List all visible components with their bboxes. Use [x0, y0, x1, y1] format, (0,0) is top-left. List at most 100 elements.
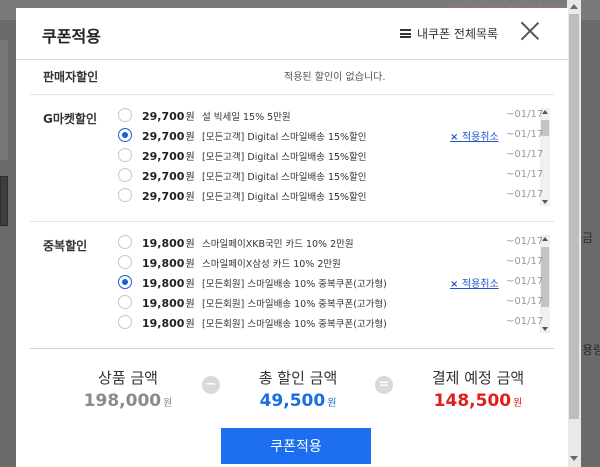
coupon-expiry-date: ~01/17: [506, 129, 544, 140]
coupon-price: 19,800원: [142, 275, 195, 290]
my-coupon-list-link[interactable]: 내쿠폰 전체목록: [400, 25, 498, 42]
coupon-description: 설 빅세일 15% 5만원: [202, 112, 291, 123]
cancel-coupon-link[interactable]: × 적용취소: [450, 128, 499, 143]
divider: [30, 94, 554, 95]
close-icon: ×: [450, 132, 462, 143]
currency-unit: 원: [185, 299, 195, 310]
coupon-row[interactable]: 19,800원 스마일페이XKB국민 카드 10% 2만원 ~01/17: [116, 233, 543, 253]
coupon-price-number: 29,700: [142, 170, 185, 183]
background-left-box: [0, 176, 8, 226]
coupon-price-number: 19,800: [142, 277, 185, 290]
coupon-radio[interactable]: [118, 235, 132, 249]
discount-amount-number: 49,500: [259, 391, 326, 411]
coupon-row[interactable]: 29,700원 [모든고객] Digital 스마일배송 15%할인 ~01/17: [116, 186, 543, 206]
product-amount-number: 198,000: [83, 391, 162, 411]
coupon-radio[interactable]: [118, 148, 132, 162]
payment-amount: 결제 예정 금액 148,500 원: [408, 367, 548, 411]
coupon-price: 29,700원: [142, 188, 195, 203]
coupon-description: [모든고객] Digital 스마일배송 15%할인: [202, 172, 367, 183]
coupon-description: [모든회원] 스마일배송 10% 중복쿠폰(고가형): [202, 299, 387, 310]
coupon-radio[interactable]: [118, 295, 132, 309]
cancel-coupon-label: 적용취소: [461, 279, 499, 290]
coupon-price: 29,700원: [142, 168, 195, 183]
coupon-price-number: 29,700: [142, 190, 185, 203]
coupon-row[interactable]: 19,800원 [모든회원] 스마일배송 10% 중복쿠폰(고가형) ~01/17: [116, 313, 543, 333]
coupon-expiry-date: ~01/17: [506, 189, 544, 200]
equals-icon: =: [375, 376, 393, 394]
coupon-radio-checked[interactable]: [118, 128, 132, 142]
background-right-text: 금: [582, 231, 594, 245]
coupon-row[interactable]: 19,800원 [모든회원] 스마일배송 10% 중복쿠폰(고가형) × 적용취소 ~…: [116, 273, 543, 293]
coupon-row[interactable]: 29,700원 설 빅세일 15% 5만원 ~01/17: [116, 106, 543, 126]
coupon-description: [모든회원] 스마일배송 10% 중복쿠폰(고가형): [202, 279, 387, 290]
coupon-radio-checked[interactable]: [118, 275, 132, 289]
scroll-down-icon[interactable]: [570, 456, 578, 461]
gmarket-coupon-list: 29,700원 설 빅세일 15% 5만원 ~01/17 29,700원 [모든고객] …: [116, 106, 552, 208]
scrollbar-thumb[interactable]: [569, 14, 579, 419]
duplicate-coupon-list: 19,800원 스마일페이XKB국민 카드 10% 2만원 ~01/17 19,800…: [116, 233, 552, 335]
coupon-description: 스마일페이X삼성 카드 10% 2만원: [202, 259, 341, 270]
coupon-price-number: 19,800: [142, 257, 185, 270]
discount-amount-value: 49,500 원: [228, 391, 368, 411]
product-amount: 상품 금액 198,000 원: [68, 367, 188, 411]
currency-unit: 원: [185, 172, 195, 183]
coupon-expiry-date: ~01/17: [506, 109, 544, 120]
discount-amount: 총 할인 금액 49,500 원: [228, 367, 368, 411]
coupon-price-number: 19,800: [142, 317, 185, 330]
divider: [30, 348, 554, 349]
currency-unit: 원: [163, 398, 173, 409]
coupon-row[interactable]: 19,800원 스마일페이X삼성 카드 10% 2만원 ~01/17: [116, 253, 543, 273]
coupon-expiry-date: ~01/17: [506, 169, 544, 180]
cancel-coupon-link[interactable]: × 적용취소: [450, 275, 499, 290]
currency-unit: 원: [513, 398, 523, 409]
coupon-row[interactable]: 29,700원 [모든고객] Digital 스마일배송 15%할인 ~01/17: [116, 146, 543, 166]
close-icon[interactable]: [520, 21, 540, 41]
coupon-price-number: 29,700: [142, 130, 185, 143]
gmarket-discount-label: G마켓할인: [43, 112, 98, 126]
coupon-row[interactable]: 29,700원 [모든고객] Digital 스마일배송 15%할인 ~01/17: [116, 166, 543, 186]
scroll-up-icon[interactable]: [570, 4, 578, 9]
coupon-row[interactable]: 29,700원 [모든고객] Digital 스마일배송 15%할인 × 적용취소 ~…: [116, 126, 543, 146]
coupon-price-number: 29,700: [142, 110, 185, 123]
coupon-description: [모든고객] Digital 스마일배송 15%할인: [202, 192, 367, 203]
coupon-price: 19,800원: [142, 315, 195, 330]
discount-amount-label: 총 할인 금액: [258, 369, 338, 387]
coupon-price: 19,800원: [142, 255, 195, 270]
modal-header: 쿠폰적용 내쿠폰 전체목록: [16, 8, 568, 60]
coupon-radio[interactable]: [118, 168, 132, 182]
seller-discount-note: 적용된 할인이 없습니다.: [284, 72, 386, 83]
coupon-description: [모든회원] 스마일배송 10% 중복쿠폰(고가형): [202, 319, 387, 330]
payment-amount-value: 148,500 원: [408, 391, 548, 411]
coupon-price-number: 19,800: [142, 297, 185, 310]
modal-title: 쿠폰적용: [42, 27, 101, 46]
background-left-panel: [0, 40, 8, 160]
minus-icon: −: [202, 376, 220, 394]
coupon-expiry-date: ~01/17: [506, 236, 544, 247]
page-scrollbar[interactable]: [567, 0, 581, 467]
coupon-price: 29,700원: [142, 148, 195, 163]
seller-discount-label: 판매자할인: [43, 70, 99, 84]
coupon-radio[interactable]: [118, 315, 132, 329]
coupon-radio[interactable]: [118, 255, 132, 269]
coupon-expiry-date: ~01/17: [506, 149, 544, 160]
apply-coupon-button[interactable]: 쿠폰적용: [221, 428, 371, 464]
divider: [30, 221, 554, 222]
background-right-text: 용량: [582, 343, 600, 357]
coupon-modal: 쿠폰적용 내쿠폰 전체목록 판매자할인 적용된 할인이 없습니다. G마켓할인 …: [16, 8, 568, 467]
coupon-row[interactable]: 19,800원 [모든회원] 스마일배송 10% 중복쿠폰(고가형) ~01/17: [116, 293, 543, 313]
coupon-expiry-date: ~01/17: [506, 316, 544, 327]
coupon-expiry-date: ~01/17: [506, 256, 544, 267]
close-icon: ×: [450, 279, 462, 290]
currency-unit: 원: [327, 398, 337, 409]
coupon-radio[interactable]: [118, 188, 132, 202]
coupon-radio[interactable]: [118, 108, 132, 122]
coupon-price: 19,800원: [142, 235, 195, 250]
scroll-down-icon[interactable]: [542, 200, 548, 204]
scroll-down-icon[interactable]: [542, 327, 548, 331]
coupon-price-number: 29,700: [142, 150, 185, 163]
menu-icon: [400, 29, 411, 38]
currency-unit: 원: [185, 152, 195, 163]
product-amount-label: 상품 금액: [98, 369, 158, 387]
coupon-description: 스마일페이XKB국민 카드 10% 2만원: [202, 239, 354, 250]
product-amount-value: 198,000 원: [68, 391, 188, 411]
